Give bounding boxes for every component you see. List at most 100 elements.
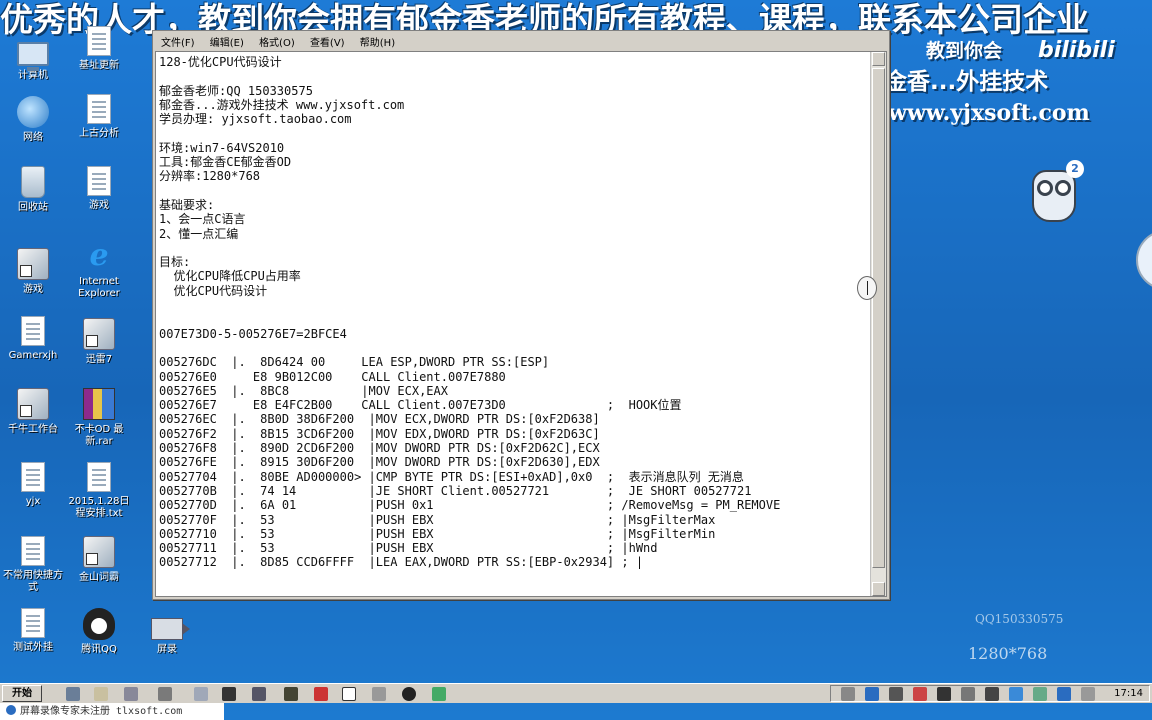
- editor-line: 007E73D0-5-005276E7=2BFCE4: [159, 326, 347, 341]
- desktop-icon-base-update[interactable]: 基址更新: [66, 26, 132, 72]
- scroll-up-button[interactable]: [872, 52, 885, 66]
- owl-mascot-icon[interactable]: 2: [1026, 160, 1084, 226]
- watermark-resolution: 1280*768: [968, 644, 1048, 663]
- desktop-icon-ie[interactable]: e Internet Explorer: [66, 240, 132, 300]
- taskbar-app-icon[interactable]: [158, 687, 172, 701]
- editor-content[interactable]: 128-优化CPU代码设计 郁金香老师:QQ 150330575 郁金香...游戏外…: [159, 55, 869, 595]
- recorder-status: 屏幕录像专家未注册 tlxsoft.com: [0, 703, 224, 720]
- network-tray-icon[interactable]: [1033, 687, 1047, 701]
- taskbar-app-icon[interactable]: [194, 687, 208, 701]
- start-button[interactable]: 开始: [2, 685, 42, 702]
- menu-help[interactable]: 帮助(H): [360, 38, 395, 49]
- tray-icon[interactable]: [841, 687, 855, 701]
- desktop-icon-shortcuts[interactable]: 不常用快捷方式: [0, 536, 66, 594]
- editor-line: 0052770D |. 6A 01 |PUSH 0x1 ; /RemoveMsg…: [159, 498, 781, 513]
- desktop-icon-label: 基址更新: [79, 60, 119, 71]
- document-icon: [87, 94, 111, 124]
- app-icon: [83, 536, 115, 568]
- document-icon: [21, 536, 45, 566]
- desktop-icon-ancient-analysis[interactable]: 上古分析: [66, 94, 132, 140]
- document-icon: [87, 166, 111, 196]
- desktop-icon-label: 2015.1.28日程安排.txt: [68, 496, 130, 519]
- taskbar-app-icon[interactable]: [314, 687, 328, 701]
- menu-view[interactable]: 查看(V): [310, 38, 345, 49]
- desktop-icon-qianniu[interactable]: 千牛工作台: [0, 388, 66, 436]
- desktop-icon-schedule-txt[interactable]: 2015.1.28日程安排.txt: [66, 462, 132, 520]
- desktop-icon-screen-record[interactable]: 屏录: [134, 612, 200, 656]
- document-icon: [87, 462, 111, 492]
- desktop-icon-od-rar[interactable]: 不卡OD 最新.rar: [66, 388, 132, 448]
- computer-icon: [17, 42, 49, 71]
- recycle-bin-icon: [21, 166, 45, 198]
- watermark-site: www.yjxsoft.com: [888, 100, 1090, 126]
- desktop-icon-thunder[interactable]: 迅雷7: [66, 318, 132, 366]
- tray-icon[interactable]: [961, 687, 975, 701]
- clock[interactable]: 17:14: [1114, 686, 1143, 702]
- watermark-line1: 教到你会: [926, 40, 1003, 62]
- menu-edit[interactable]: 编辑(E): [210, 38, 244, 49]
- taskbar-app-icon[interactable]: [66, 687, 80, 701]
- tray-icon[interactable]: [937, 687, 951, 701]
- desktop-icon-game-folder[interactable]: 游戏: [66, 166, 132, 212]
- menu-file[interactable]: 文件(F): [161, 38, 195, 49]
- taskbar-app-icon[interactable]: [432, 687, 446, 701]
- camera-icon: [151, 618, 190, 640]
- editor-line: 分辨率:1280*768: [159, 169, 261, 184]
- desktop-icon-computer[interactable]: 计算机: [0, 38, 66, 82]
- desktop-icon-label: Internet Explorer: [78, 276, 120, 299]
- taskbar-app-icon[interactable]: [94, 687, 108, 701]
- desktop-icon-label: 测试外挂: [13, 642, 53, 653]
- side-widget-icon[interactable]: [1136, 230, 1152, 290]
- notepad-window[interactable]: 文件(F) 编辑(E) 格式(O) 查看(V) 帮助(H) 128-优化CPU代…: [152, 30, 890, 600]
- scroll-down-button[interactable]: [872, 582, 885, 596]
- desktop-icon-label: 千牛工作台: [8, 424, 58, 435]
- taskbar-app-icon[interactable]: [284, 687, 298, 701]
- editor-line: 00527712 |. 8D85 CCD6FFFF |LEA EAX,DWORD…: [159, 555, 644, 570]
- recorder-logo-icon: [6, 705, 16, 715]
- editor-line: 005276FE |. 8915 30D6F200 |MOV DWORD PTR…: [159, 455, 600, 470]
- tray-icon[interactable]: [889, 687, 903, 701]
- editor-line: 优化CPU降低CPU占用率: [159, 269, 301, 284]
- editor-line: 0052770F |. 53 |PUSH EBX ; |MsgFilterMax: [159, 512, 716, 527]
- desktop-icon-label: 游戏: [23, 284, 43, 295]
- editor-line: 005276F8 |. 890D 2CD6F200 |MOV DWORD PTR…: [159, 441, 600, 456]
- desktop-icon-label: 迅雷7: [85, 354, 113, 365]
- tray-icon[interactable]: [1057, 687, 1071, 701]
- editor-line: 2、懂一点汇编: [159, 226, 239, 241]
- desktop-icon-recycle-bin[interactable]: 回收站: [0, 166, 66, 214]
- taskbar-app-icon[interactable]: [222, 687, 236, 701]
- tray-icon[interactable]: [1081, 687, 1095, 701]
- editor-line: 郁金香...游戏外挂技术 www.yjxsoft.com: [159, 97, 405, 112]
- desktop-icon-qq[interactable]: 腾讯QQ: [66, 608, 132, 656]
- editor-line: 005276E7 E8 E4FC2B00 CALL Client.007E73D…: [159, 398, 682, 413]
- taskbar-qq-icon[interactable]: [402, 687, 416, 701]
- app-icon: [83, 318, 115, 350]
- desktop-icon-label: 腾讯QQ: [81, 644, 117, 655]
- tray-icon[interactable]: [913, 687, 927, 701]
- editor-line: 1、会一点C语言: [159, 212, 246, 227]
- desktop-icon-gamerxjh[interactable]: Gamerxjh: [0, 316, 66, 362]
- taskbar-app-icon[interactable]: [252, 687, 266, 701]
- tray-icon[interactable]: [1009, 687, 1023, 701]
- desktop-icon-network[interactable]: 网络: [0, 96, 66, 144]
- vertical-scrollbar[interactable]: [870, 52, 886, 596]
- bilibili-logo: bilibili: [1038, 38, 1115, 63]
- taskbar-app-icon[interactable]: [124, 687, 138, 701]
- desktop-icon-kingsoft[interactable]: 金山词霸: [66, 536, 132, 584]
- taskbar-app-icon[interactable]: [372, 687, 386, 701]
- volume-icon[interactable]: [985, 687, 999, 701]
- tray-icon[interactable]: [865, 687, 879, 701]
- menu-format[interactable]: 格式(O): [259, 38, 295, 49]
- desktop-icon-game[interactable]: 游戏: [0, 248, 66, 296]
- scroll-thumb[interactable]: [872, 68, 885, 568]
- taskbar-notepad-icon[interactable]: [342, 687, 356, 701]
- desktop-icon-label: 网络: [23, 132, 43, 143]
- text-editor[interactable]: 128-优化CPU代码设计 郁金香老师:QQ 150330575 郁金香...游戏外…: [155, 51, 887, 597]
- desktop-icon-yjx[interactable]: yjx: [0, 462, 66, 508]
- archive-icon: [83, 388, 115, 420]
- desktop-icon-test-plugin[interactable]: 测试外挂: [0, 608, 66, 654]
